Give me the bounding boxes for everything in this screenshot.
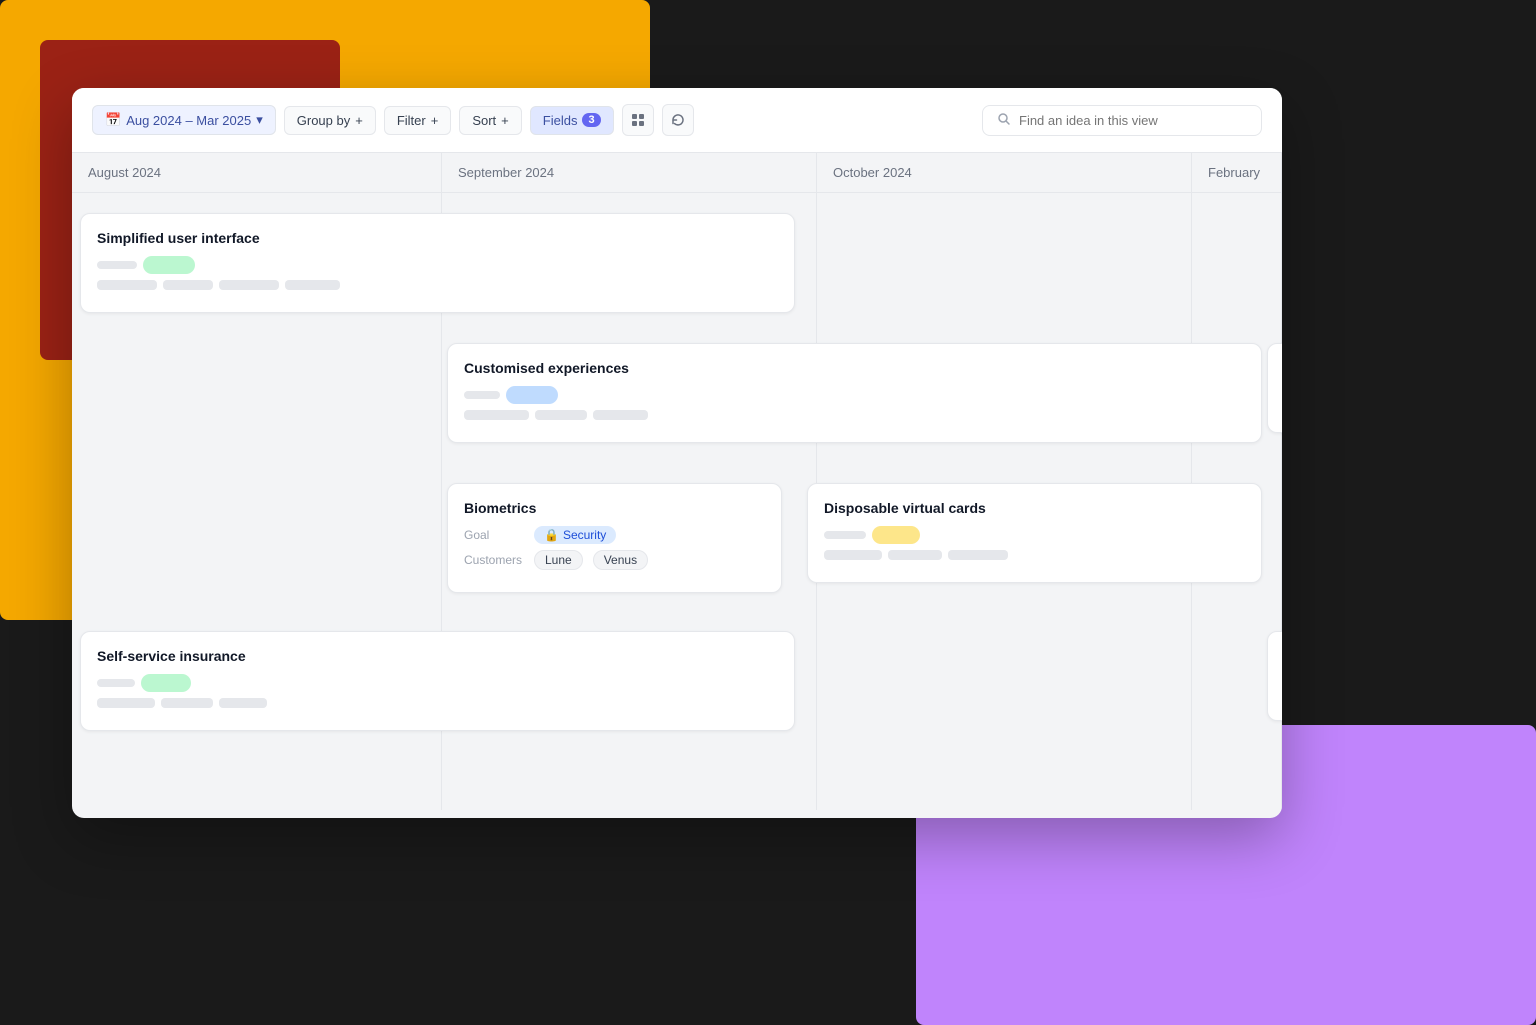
sort-plus-icon: + bbox=[501, 113, 509, 128]
skeleton bbox=[464, 391, 500, 399]
biometrics-customers-row: Customers Lune Venus bbox=[464, 550, 765, 570]
skeleton bbox=[285, 280, 340, 290]
card-disposable[interactable]: Disposable virtual cards bbox=[807, 483, 1262, 583]
goal-text: Security bbox=[563, 528, 606, 542]
card-self-service[interactable]: Self-service insurance bbox=[80, 631, 795, 731]
timeline-header: August 2024 September 2024 October 2024 … bbox=[72, 153, 1282, 193]
skeleton bbox=[824, 531, 866, 539]
filter-label: Filter bbox=[397, 113, 426, 128]
skeleton bbox=[97, 698, 155, 708]
skeleton bbox=[888, 550, 942, 560]
card-row-2 bbox=[97, 698, 778, 708]
biometrics-goal-row: Goal 🔒 Security bbox=[464, 526, 765, 544]
chevron-down-icon: ▾ bbox=[256, 112, 263, 128]
skeleton bbox=[535, 410, 587, 420]
lock-emoji: 🔒 bbox=[544, 528, 559, 542]
fields-button[interactable]: Fields 3 bbox=[530, 106, 614, 135]
skeleton bbox=[97, 261, 137, 269]
card-row-2 bbox=[97, 280, 778, 290]
card-title-disposable: Disposable virtual cards bbox=[824, 500, 1245, 516]
customer-venus: Venus bbox=[593, 550, 648, 570]
refresh-icon-button[interactable] bbox=[662, 104, 694, 136]
card-row-2 bbox=[464, 410, 1245, 420]
main-window: 📅 Aug 2024 – Mar 2025 ▾ Group by + Filte… bbox=[72, 88, 1282, 818]
goal-tag: 🔒 Security bbox=[534, 526, 616, 544]
group-by-plus-icon: + bbox=[355, 113, 363, 128]
card-simplified-ui[interactable]: Simplified user interface bbox=[80, 213, 795, 313]
filter-plus-icon: + bbox=[431, 113, 439, 128]
skeleton bbox=[97, 679, 135, 687]
status-pill-blue bbox=[506, 386, 558, 404]
timeline-body: Simplified user interface Customised exp… bbox=[72, 193, 1282, 810]
month-august: August 2024 bbox=[72, 153, 442, 192]
card-row-1 bbox=[97, 674, 778, 692]
status-pill-yellow bbox=[872, 526, 920, 544]
toolbar: 📅 Aug 2024 – Mar 2025 ▾ Group by + Filte… bbox=[72, 88, 1282, 153]
fields-badge: 3 bbox=[582, 113, 600, 127]
skeleton bbox=[163, 280, 213, 290]
search-icon bbox=[997, 112, 1011, 129]
card-row-2 bbox=[824, 550, 1245, 560]
skeleton bbox=[97, 280, 157, 290]
group-by-button[interactable]: Group by + bbox=[284, 106, 376, 135]
card-title-simplified: Simplified user interface bbox=[97, 230, 778, 246]
status-pill-green bbox=[143, 256, 195, 274]
skeleton bbox=[161, 698, 213, 708]
search-box[interactable] bbox=[982, 105, 1262, 136]
customer-lune: Lune bbox=[534, 550, 583, 570]
date-range-button[interactable]: 📅 Aug 2024 – Mar 2025 ▾ bbox=[92, 105, 276, 135]
skeleton bbox=[219, 698, 267, 708]
card-gold[interactable]: Gold c bbox=[1267, 631, 1282, 721]
month-september: September 2024 bbox=[442, 153, 817, 192]
goal-label: Goal bbox=[464, 528, 528, 542]
customers-label: Customers bbox=[464, 553, 528, 567]
grid-icon-button[interactable] bbox=[622, 104, 654, 136]
card-row-1 bbox=[464, 386, 1245, 404]
skeleton bbox=[593, 410, 648, 420]
card-row-1 bbox=[97, 256, 778, 274]
skeleton bbox=[464, 410, 529, 420]
month-february: February bbox=[1192, 153, 1282, 192]
sort-label: Sort bbox=[472, 113, 496, 128]
card-title-customised: Customised experiences bbox=[464, 360, 1245, 376]
search-input[interactable] bbox=[1019, 113, 1247, 128]
skeleton bbox=[824, 550, 882, 560]
sort-button[interactable]: Sort + bbox=[459, 106, 521, 135]
skeleton bbox=[948, 550, 1008, 560]
card-row-1 bbox=[824, 526, 1245, 544]
card-title-biometrics: Biometrics bbox=[464, 500, 765, 516]
card-customised-exp[interactable]: Customised experiences bbox=[447, 343, 1262, 443]
group-by-label: Group by bbox=[297, 113, 350, 128]
status-pill-green2 bbox=[141, 674, 191, 692]
skeleton bbox=[219, 280, 279, 290]
filter-button[interactable]: Filter + bbox=[384, 106, 451, 135]
date-range-label: Aug 2024 – Mar 2025 bbox=[126, 113, 251, 128]
month-october: October 2024 bbox=[817, 153, 1192, 192]
fields-label: Fields bbox=[543, 113, 578, 128]
calendar-icon: 📅 bbox=[105, 112, 121, 128]
card-biometrics[interactable]: Biometrics Goal 🔒 Security Customers Lun… bbox=[447, 483, 782, 593]
card-cs-ch[interactable]: CS ch bbox=[1267, 343, 1282, 433]
card-title-self-service: Self-service insurance bbox=[97, 648, 778, 664]
